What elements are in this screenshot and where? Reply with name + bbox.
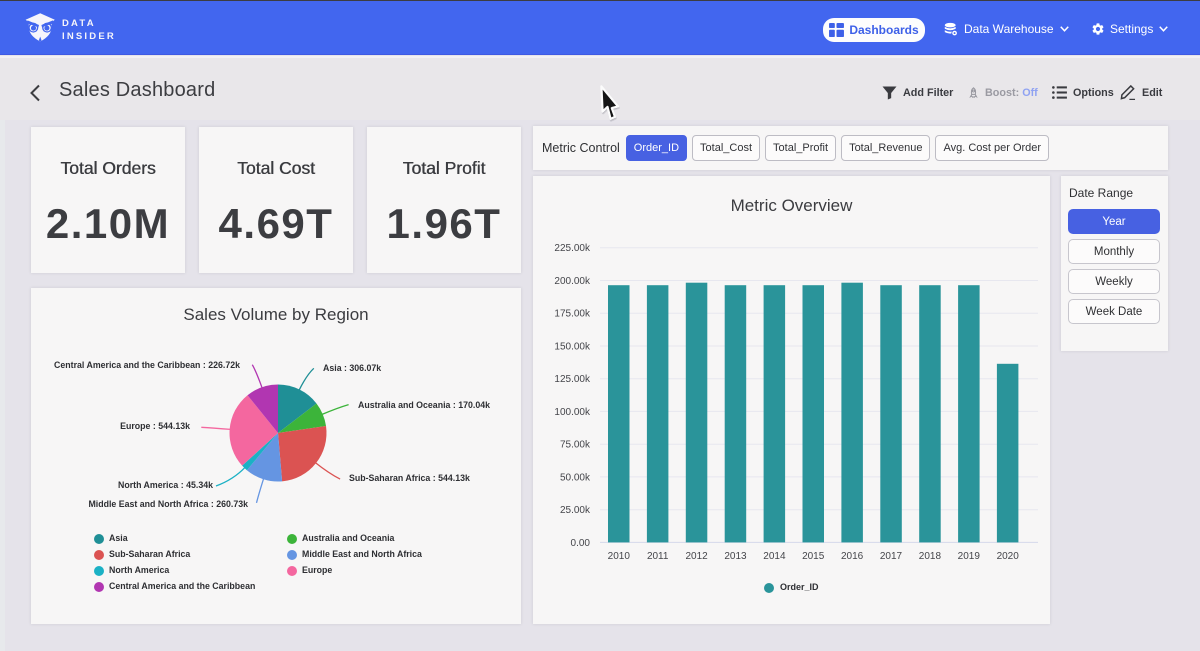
svg-text:2018: 2018 <box>919 551 942 562</box>
svg-text:2016: 2016 <box>841 551 864 562</box>
svg-text:0.00: 0.00 <box>571 538 591 549</box>
svg-text:2015: 2015 <box>802 551 825 562</box>
svg-text:150.00k: 150.00k <box>554 342 591 353</box>
svg-text:175.00k: 175.00k <box>554 309 591 320</box>
svg-text:2019: 2019 <box>958 551 981 562</box>
svg-text:225.00k: 225.00k <box>554 243 591 254</box>
svg-text:2012: 2012 <box>685 551 708 562</box>
svg-text:2010: 2010 <box>608 551 631 562</box>
svg-text:100.00k: 100.00k <box>554 407 591 418</box>
svg-text:75.00k: 75.00k <box>560 440 591 451</box>
svg-text:2020: 2020 <box>997 551 1020 562</box>
svg-text:50.00k: 50.00k <box>560 472 591 483</box>
svg-text:25.00k: 25.00k <box>560 505 591 516</box>
svg-text:2014: 2014 <box>763 551 786 562</box>
svg-text:2017: 2017 <box>880 551 903 562</box>
svg-text:2011: 2011 <box>647 551 669 562</box>
svg-text:2013: 2013 <box>724 551 747 562</box>
svg-text:200.00k: 200.00k <box>554 276 591 287</box>
svg-text:125.00k: 125.00k <box>554 374 591 385</box>
